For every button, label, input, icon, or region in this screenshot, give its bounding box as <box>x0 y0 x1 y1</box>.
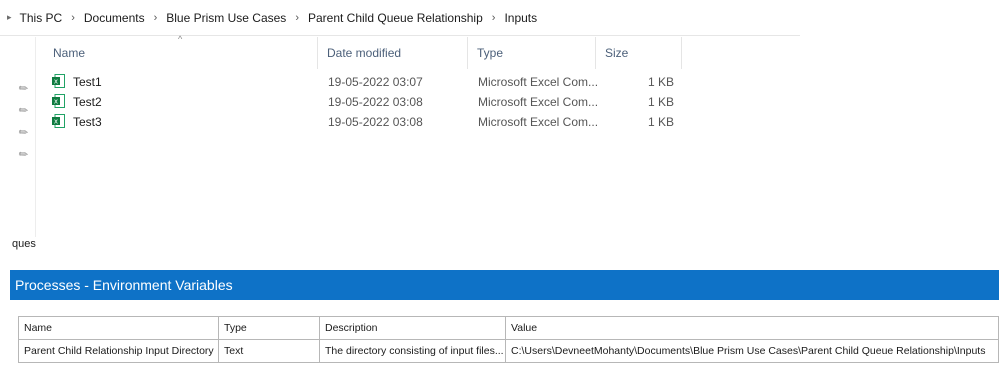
pin-icon[interactable]: ✎ <box>16 147 32 162</box>
pin-icon[interactable]: ✎ <box>16 125 32 140</box>
column-header-value[interactable]: Value <box>505 316 999 340</box>
quick-access-gutter: ✎ ✎ ✎ ✎ <box>0 37 36 237</box>
excel-file-icon: x <box>52 74 65 88</box>
column-header-date-modified[interactable]: Date modified <box>318 37 468 69</box>
column-header-description[interactable]: Description <box>319 316 506 340</box>
pin-icon[interactable]: ✎ <box>16 103 32 118</box>
chevron-right-icon[interactable]: › <box>71 12 75 24</box>
env-var-description[interactable]: The directory consisting of input files.… <box>319 339 506 363</box>
file-date: 19-05-2022 03:07 <box>328 75 423 89</box>
env-vars-title-bar: Processes - Environment Variables <box>10 270 999 300</box>
chevron-right-icon[interactable]: › <box>492 12 496 24</box>
env-var-type[interactable]: Text <box>218 339 320 363</box>
env-vars-header-row: Name Type Description Value <box>18 316 999 340</box>
file-row[interactable]: x Test2 19-05-2022 03:08 Microsoft Excel… <box>52 92 682 112</box>
file-name: Test1 <box>73 75 102 89</box>
expand-arrow-icon[interactable]: ▸ <box>7 12 12 23</box>
breadcrumb-documents[interactable]: Documents <box>84 11 145 25</box>
breadcrumb-this-pc[interactable]: This PC <box>20 11 63 25</box>
file-name: Test3 <box>73 115 102 129</box>
table-row[interactable]: Parent Child Relationship Input Director… <box>18 339 999 363</box>
env-vars-table: Name Type Description Value Parent Child… <box>18 316 999 363</box>
breadcrumb-parent-child-queue-relationship[interactable]: Parent Child Queue Relationship <box>308 11 483 25</box>
partial-text: ques <box>12 238 36 250</box>
file-name: Test2 <box>73 95 102 109</box>
column-header-type[interactable]: Type <box>218 316 320 340</box>
chevron-right-icon[interactable]: › <box>295 12 299 24</box>
file-row[interactable]: x Test1 19-05-2022 03:07 Microsoft Excel… <box>52 72 682 92</box>
breadcrumb-blue-prism-use-cases[interactable]: Blue Prism Use Cases <box>166 11 286 25</box>
file-size: 1 KB <box>647 95 674 109</box>
file-date: 19-05-2022 03:08 <box>328 115 423 129</box>
file-type: Microsoft Excel Com... <box>478 95 599 109</box>
file-list-header: ^ Name Date modified Type Size <box>36 34 686 69</box>
chevron-right-icon[interactable]: › <box>154 12 158 24</box>
file-type: Microsoft Excel Com... <box>478 75 599 89</box>
env-var-value[interactable]: C:\Users\DevneetMohanty\Documents\Blue P… <box>505 339 999 363</box>
file-size: 1 KB <box>647 75 674 89</box>
column-header-name[interactable]: Name <box>18 316 219 340</box>
env-var-name[interactable]: Parent Child Relationship Input Director… <box>18 339 219 363</box>
file-row[interactable]: x Test3 19-05-2022 03:08 Microsoft Excel… <box>52 112 682 132</box>
column-header-type[interactable]: Type <box>468 37 596 69</box>
pin-icon[interactable]: ✎ <box>16 81 32 96</box>
breadcrumb-inputs[interactable]: Inputs <box>504 11 537 25</box>
column-header-name[interactable]: Name <box>44 37 318 69</box>
file-date: 19-05-2022 03:08 <box>328 95 423 109</box>
column-header-size[interactable]: Size <box>596 37 682 69</box>
excel-file-icon: x <box>52 94 65 108</box>
svg-text:x: x <box>54 78 58 86</box>
file-size: 1 KB <box>647 115 674 129</box>
breadcrumb: ▸ This PC › Documents › Blue Prism Use C… <box>0 0 800 36</box>
file-type: Microsoft Excel Com... <box>478 115 599 129</box>
excel-file-icon: x <box>52 114 65 128</box>
svg-text:x: x <box>54 118 58 126</box>
svg-text:x: x <box>54 98 58 106</box>
